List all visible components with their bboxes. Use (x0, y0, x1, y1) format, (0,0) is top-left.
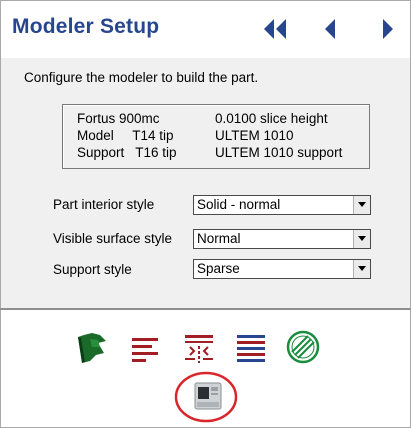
part-interior-style-value: Solid - normal (197, 197, 281, 212)
slice-arrows-icon (185, 335, 213, 363)
dropdown-button[interactable] (353, 260, 370, 278)
support-material: ULTEM 1010 support (215, 145, 343, 160)
dropdown-button[interactable] (353, 230, 370, 248)
dropdown-button[interactable] (353, 196, 370, 214)
visible-surface-style-label: Visible surface style (53, 231, 173, 246)
support-style-select[interactable]: Sparse (193, 259, 371, 279)
modeler-name: Fortus 900mc (77, 111, 160, 126)
model-tip: Model T14 tip (77, 128, 174, 143)
visible-surface-style-select[interactable]: Normal (193, 229, 371, 249)
previous-step-button[interactable] (319, 17, 339, 41)
chevron-down-icon (358, 266, 366, 271)
green-flag-icon (78, 333, 106, 363)
start-tool-button[interactable] (76, 331, 110, 370)
double-chevron-left-icon (264, 19, 286, 39)
fill-tool-button[interactable] (286, 330, 320, 369)
model-material: ULTEM 1010 (215, 128, 294, 143)
printer-icon (174, 371, 238, 423)
instruction-text: Configure the modeler to build the part. (24, 70, 259, 85)
toolpath-tool-button[interactable] (235, 332, 267, 369)
lines-icon (132, 338, 158, 362)
chevron-left-icon (325, 19, 335, 39)
support-tool-button[interactable] (182, 332, 216, 371)
support-tip: Support T16 tip (77, 145, 177, 160)
first-step-button[interactable] (260, 17, 290, 41)
part-interior-style-select[interactable]: Solid - normal (193, 195, 371, 215)
toolpath-icon (286, 330, 320, 364)
panel-header: Modeler Setup (1, 1, 410, 58)
modeler-info-box: Fortus 900mc 0.0100 slice height Model T… (62, 104, 370, 169)
visible-surface-style-value: Normal (197, 231, 241, 246)
chevron-down-icon (358, 236, 366, 241)
chevron-down-icon (358, 202, 366, 207)
support-style-value: Sparse (197, 261, 240, 276)
layers-icon (237, 335, 265, 362)
slice-tool-button[interactable] (130, 334, 160, 369)
slice-height: 0.0100 slice height (215, 111, 328, 126)
part-interior-style-label: Part interior style (53, 197, 155, 212)
process-toolbar (1, 310, 410, 427)
panel-title: Modeler Setup (12, 15, 160, 38)
next-step-button[interactable] (378, 17, 398, 41)
build-on-modeler-button[interactable] (173, 370, 239, 429)
chevron-right-icon (383, 19, 393, 39)
support-style-label: Support style (53, 262, 132, 277)
